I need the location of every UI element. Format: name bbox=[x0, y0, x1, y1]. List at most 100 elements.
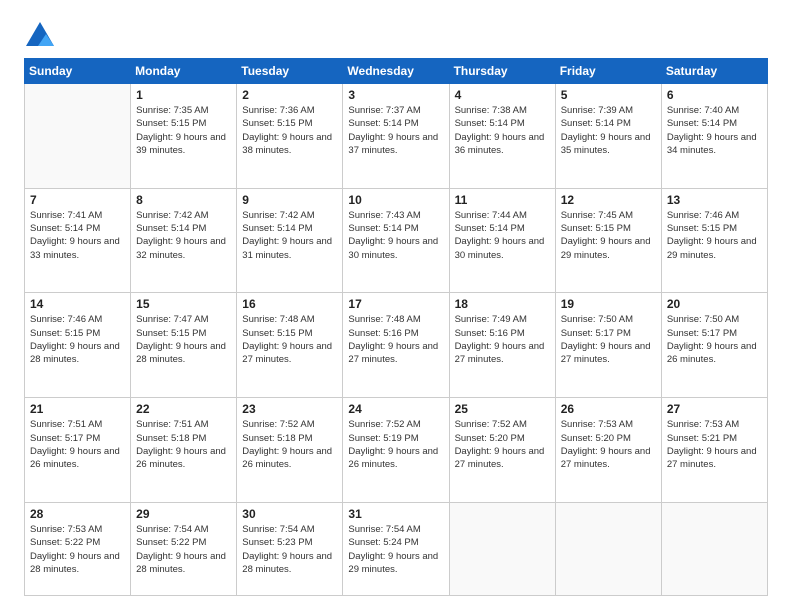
calendar-cell: 27 Sunrise: 7:53 AMSunset: 5:21 PMDayligh… bbox=[661, 398, 767, 503]
day-info: Sunrise: 7:40 AMSunset: 5:14 PMDaylight:… bbox=[667, 104, 762, 157]
day-number: 15 bbox=[136, 297, 231, 311]
day-number: 5 bbox=[561, 88, 656, 102]
day-info: Sunrise: 7:52 AMSunset: 5:20 PMDaylight:… bbox=[455, 418, 550, 471]
calendar-cell: 1 Sunrise: 7:35 AMSunset: 5:15 PMDaylight… bbox=[131, 84, 237, 189]
calendar-cell: 29Sunrise: 7:54 AMSunset: 5:22 PMDayligh… bbox=[131, 502, 237, 595]
day-number: 11 bbox=[455, 193, 550, 207]
day-info: Sunrise: 7:53 AMSunset: 5:22 PMDaylight:… bbox=[30, 523, 125, 576]
calendar-cell: 30Sunrise: 7:54 AMSunset: 5:23 PMDayligh… bbox=[237, 502, 343, 595]
calendar-week-1: 1 Sunrise: 7:35 AMSunset: 5:15 PMDaylight… bbox=[25, 84, 768, 189]
day-header-saturday: Saturday bbox=[661, 59, 767, 84]
calendar-week-5: 28 Sunrise: 7:53 AMSunset: 5:22 PMDayligh… bbox=[25, 502, 768, 595]
day-number: 1 bbox=[136, 88, 231, 102]
page: SundayMondayTuesdayWednesdayThursdayFrid… bbox=[0, 0, 792, 612]
day-header-wednesday: Wednesday bbox=[343, 59, 449, 84]
calendar-cell: 22 Sunrise: 7:51 AMSunset: 5:18 PMDayligh… bbox=[131, 398, 237, 503]
day-number: 21 bbox=[30, 402, 125, 416]
calendar-cell: 26 Sunrise: 7:53 AMSunset: 5:20 PMDayligh… bbox=[555, 398, 661, 503]
calendar-cell: 3 Sunrise: 7:37 AMSunset: 5:14 PMDaylight… bbox=[343, 84, 449, 189]
day-info: Sunrise: 7:35 AMSunset: 5:15 PMDaylight:… bbox=[136, 104, 231, 157]
calendar-cell: 8 Sunrise: 7:42 AMSunset: 5:14 PMDaylight… bbox=[131, 188, 237, 293]
day-info: Sunrise: 7:50 AMSunset: 5:17 PMDaylight:… bbox=[667, 313, 762, 366]
calendar-cell: 25 Sunrise: 7:52 AMSunset: 5:20 PMDayligh… bbox=[449, 398, 555, 503]
calendar-header-row: SundayMondayTuesdayWednesdayThursdayFrid… bbox=[25, 59, 768, 84]
day-info: Sunrise: 7:53 AMSunset: 5:20 PMDaylight:… bbox=[561, 418, 656, 471]
calendar-cell: 2 Sunrise: 7:36 AMSunset: 5:15 PMDaylight… bbox=[237, 84, 343, 189]
day-number: 27 bbox=[667, 402, 762, 416]
day-info: Sunrise: 7:37 AMSunset: 5:14 PMDaylight:… bbox=[348, 104, 443, 157]
day-number: 17 bbox=[348, 297, 443, 311]
day-info: Sunrise: 7:49 AMSunset: 5:16 PMDaylight:… bbox=[455, 313, 550, 366]
calendar-week-2: 7 Sunrise: 7:41 AMSunset: 5:14 PMDaylight… bbox=[25, 188, 768, 293]
calendar-cell: 31Sunrise: 7:54 AMSunset: 5:24 PMDayligh… bbox=[343, 502, 449, 595]
logo-icon bbox=[24, 20, 56, 48]
calendar-cell: 15Sunrise: 7:47 AMSunset: 5:15 PMDayligh… bbox=[131, 293, 237, 398]
day-number: 18 bbox=[455, 297, 550, 311]
calendar-cell: 11Sunrise: 7:44 AMSunset: 5:14 PMDayligh… bbox=[449, 188, 555, 293]
day-number: 28 bbox=[30, 507, 125, 521]
calendar-cell bbox=[661, 502, 767, 595]
day-info: Sunrise: 7:52 AMSunset: 5:18 PMDaylight:… bbox=[242, 418, 337, 471]
day-header-sunday: Sunday bbox=[25, 59, 131, 84]
day-info: Sunrise: 7:45 AMSunset: 5:15 PMDaylight:… bbox=[561, 209, 656, 262]
day-info: Sunrise: 7:43 AMSunset: 5:14 PMDaylight:… bbox=[348, 209, 443, 262]
day-info: Sunrise: 7:36 AMSunset: 5:15 PMDaylight:… bbox=[242, 104, 337, 157]
calendar-cell: 10 Sunrise: 7:43 AMSunset: 5:14 PMDayligh… bbox=[343, 188, 449, 293]
calendar-cell: 21Sunrise: 7:51 AMSunset: 5:17 PMDayligh… bbox=[25, 398, 131, 503]
calendar-cell bbox=[449, 502, 555, 595]
day-number: 10 bbox=[348, 193, 443, 207]
day-info: Sunrise: 7:51 AMSunset: 5:18 PMDaylight:… bbox=[136, 418, 231, 471]
day-number: 9 bbox=[242, 193, 337, 207]
day-info: Sunrise: 7:38 AMSunset: 5:14 PMDaylight:… bbox=[455, 104, 550, 157]
calendar-body: 1 Sunrise: 7:35 AMSunset: 5:15 PMDaylight… bbox=[25, 84, 768, 596]
calendar-cell: 7 Sunrise: 7:41 AMSunset: 5:14 PMDaylight… bbox=[25, 188, 131, 293]
day-number: 26 bbox=[561, 402, 656, 416]
day-number: 22 bbox=[136, 402, 231, 416]
day-info: Sunrise: 7:48 AMSunset: 5:15 PMDaylight:… bbox=[242, 313, 337, 366]
day-number: 16 bbox=[242, 297, 337, 311]
day-info: Sunrise: 7:48 AMSunset: 5:16 PMDaylight:… bbox=[348, 313, 443, 366]
day-info: Sunrise: 7:42 AMSunset: 5:14 PMDaylight:… bbox=[136, 209, 231, 262]
day-number: 8 bbox=[136, 193, 231, 207]
calendar-week-3: 14 Sunrise: 7:46 AMSunset: 5:15 PMDayligh… bbox=[25, 293, 768, 398]
logo bbox=[24, 20, 60, 48]
day-number: 20 bbox=[667, 297, 762, 311]
day-info: Sunrise: 7:46 AMSunset: 5:15 PMDaylight:… bbox=[30, 313, 125, 366]
calendar-cell: 13Sunrise: 7:46 AMSunset: 5:15 PMDayligh… bbox=[661, 188, 767, 293]
day-info: Sunrise: 7:50 AMSunset: 5:17 PMDaylight:… bbox=[561, 313, 656, 366]
calendar-cell: 5 Sunrise: 7:39 AMSunset: 5:14 PMDaylight… bbox=[555, 84, 661, 189]
calendar-cell: 16 Sunrise: 7:48 AMSunset: 5:15 PMDayligh… bbox=[237, 293, 343, 398]
calendar-cell bbox=[555, 502, 661, 595]
calendar-cell: 6 Sunrise: 7:40 AMSunset: 5:14 PMDaylight… bbox=[661, 84, 767, 189]
day-header-monday: Monday bbox=[131, 59, 237, 84]
calendar-table: SundayMondayTuesdayWednesdayThursdayFrid… bbox=[24, 58, 768, 596]
day-number: 7 bbox=[30, 193, 125, 207]
day-number: 3 bbox=[348, 88, 443, 102]
day-number: 12 bbox=[561, 193, 656, 207]
calendar-cell: 23 Sunrise: 7:52 AMSunset: 5:18 PMDayligh… bbox=[237, 398, 343, 503]
calendar-cell: 19 Sunrise: 7:50 AMSunset: 5:17 PMDayligh… bbox=[555, 293, 661, 398]
day-info: Sunrise: 7:39 AMSunset: 5:14 PMDaylight:… bbox=[561, 104, 656, 157]
day-number: 2 bbox=[242, 88, 337, 102]
calendar-week-4: 21Sunrise: 7:51 AMSunset: 5:17 PMDayligh… bbox=[25, 398, 768, 503]
day-info: Sunrise: 7:42 AMSunset: 5:14 PMDaylight:… bbox=[242, 209, 337, 262]
day-number: 19 bbox=[561, 297, 656, 311]
header bbox=[24, 20, 768, 48]
day-number: 14 bbox=[30, 297, 125, 311]
day-number: 6 bbox=[667, 88, 762, 102]
calendar-cell: 24Sunrise: 7:52 AMSunset: 5:19 PMDayligh… bbox=[343, 398, 449, 503]
day-number: 4 bbox=[455, 88, 550, 102]
day-number: 23 bbox=[242, 402, 337, 416]
day-header-thursday: Thursday bbox=[449, 59, 555, 84]
day-info: Sunrise: 7:52 AMSunset: 5:19 PMDaylight:… bbox=[348, 418, 443, 471]
day-info: Sunrise: 7:54 AMSunset: 5:24 PMDaylight:… bbox=[348, 523, 443, 576]
day-number: 30 bbox=[242, 507, 337, 521]
day-header-friday: Friday bbox=[555, 59, 661, 84]
calendar-cell: 17 Sunrise: 7:48 AMSunset: 5:16 PMDayligh… bbox=[343, 293, 449, 398]
day-number: 25 bbox=[455, 402, 550, 416]
day-info: Sunrise: 7:53 AMSunset: 5:21 PMDaylight:… bbox=[667, 418, 762, 471]
calendar-cell: 4 Sunrise: 7:38 AMSunset: 5:14 PMDaylight… bbox=[449, 84, 555, 189]
calendar-cell: 28 Sunrise: 7:53 AMSunset: 5:22 PMDayligh… bbox=[25, 502, 131, 595]
day-info: Sunrise: 7:41 AMSunset: 5:14 PMDaylight:… bbox=[30, 209, 125, 262]
calendar-cell bbox=[25, 84, 131, 189]
